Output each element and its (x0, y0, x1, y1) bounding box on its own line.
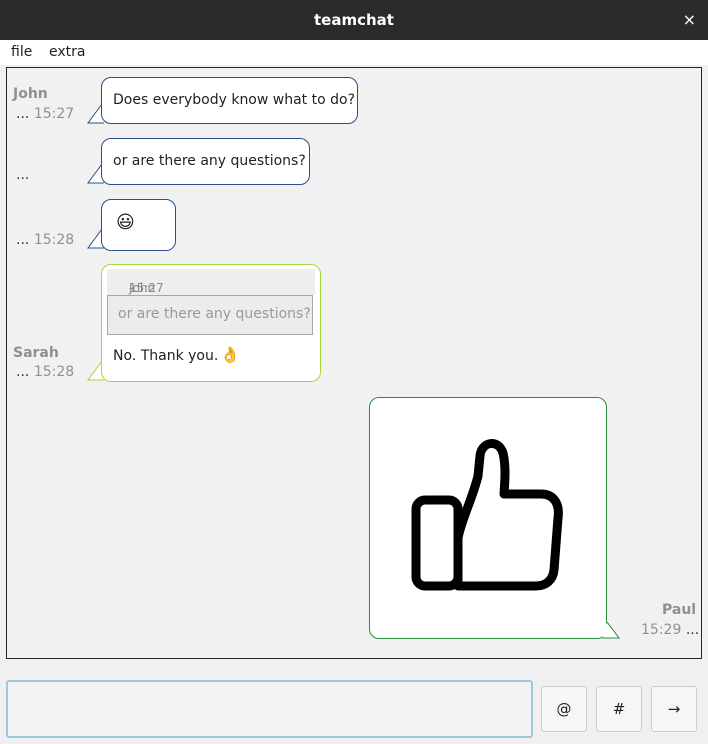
message-input[interactable] (6, 680, 533, 738)
more-dots[interactable]: ... (16, 364, 29, 380)
send-button[interactable]: → (651, 686, 697, 732)
quoted-message[interactable]: or are there any questions? (107, 295, 313, 335)
reply-bubble[interactable]: 15:27 - John or are there any questions?… (101, 264, 321, 382)
message-text: Does everybody know what to do? (113, 92, 356, 108)
hashtag-button[interactable]: # (596, 686, 642, 732)
sender-name: Paul (662, 602, 697, 618)
sender-name: John (13, 86, 48, 102)
timestamp: 15:27 (33, 106, 75, 122)
ok-hand-emoji-icon: 👌 (220, 345, 240, 364)
timestamp: 15:28 (33, 232, 75, 248)
image-message-bubble[interactable] (369, 397, 607, 639)
smiley-emoji-icon: 😃 (116, 212, 135, 233)
close-button[interactable]: × (683, 0, 696, 40)
message-meta: 15:29 ... (641, 622, 699, 638)
message-bubble[interactable]: 😃 (101, 199, 176, 251)
quoted-text: or are there any questions? (118, 306, 311, 322)
message-meta: ... (16, 167, 29, 183)
mention-button[interactable]: @ (541, 686, 587, 732)
menu-bar: file extra (0, 40, 708, 65)
message-bubble[interactable]: or are there any questions? (101, 138, 310, 185)
more-dots[interactable]: ... (16, 232, 29, 248)
timestamp: 15:29 (641, 622, 682, 638)
more-dots[interactable]: ... (16, 106, 29, 122)
sender-name: Sarah (13, 345, 59, 361)
message-bubble[interactable]: Does everybody know what to do? (101, 77, 358, 124)
more-dots[interactable]: ... (686, 622, 699, 638)
message-text: or are there any questions? (113, 153, 306, 169)
thumbs-up-icon (411, 439, 563, 591)
title-bar: teamchat × (0, 0, 708, 40)
quote-author: John (129, 281, 156, 295)
bubble-tail (602, 621, 620, 639)
message-meta: ... 15:28 (16, 364, 74, 380)
menu-extra[interactable]: extra (49, 44, 85, 60)
chat-history[interactable]: John ... 15:27 Does everybody know what … (6, 67, 702, 659)
message-text: No. Thank you. (113, 348, 219, 364)
message-meta: ... 15:27 (16, 106, 74, 122)
quote-header: 15:27 - John (107, 269, 315, 295)
message-meta: ... 15:28 (16, 232, 74, 248)
window-title: teamchat (314, 11, 394, 29)
menu-file[interactable]: file (11, 44, 32, 60)
more-dots[interactable]: ... (16, 167, 29, 183)
timestamp: 15:28 (33, 364, 75, 380)
